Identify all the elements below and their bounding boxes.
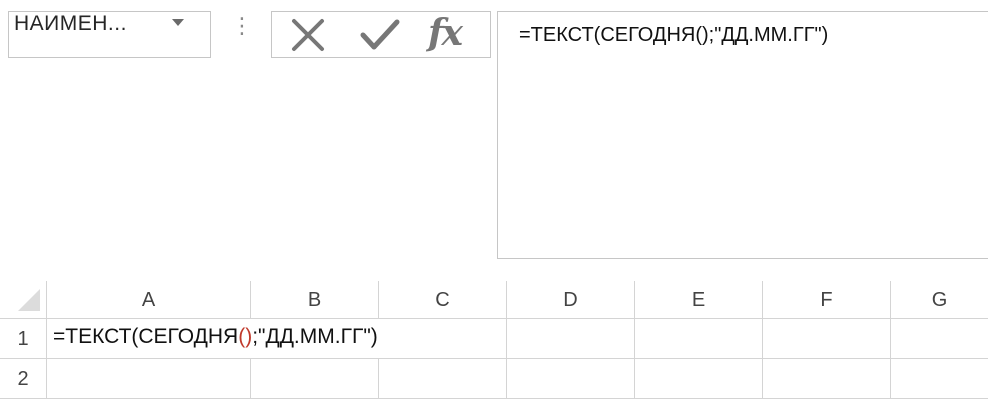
cell-d1[interactable]: [507, 319, 635, 359]
insert-function-icon[interactable]: fx: [428, 12, 474, 56]
chevron-down-icon[interactable]: [172, 19, 184, 26]
enter-check-icon[interactable]: [359, 17, 401, 53]
column-header-f[interactable]: F: [763, 281, 891, 319]
cell-f2[interactable]: [763, 359, 891, 399]
name-box-value: НАИМЕН...: [14, 12, 127, 35]
cell-c2[interactable]: [379, 359, 507, 399]
column-header-d[interactable]: D: [507, 281, 635, 319]
column-header-g[interactable]: G: [891, 281, 988, 319]
formula-part-function: =ТЕКСТ(СЕГОДНЯ: [53, 325, 239, 348]
cell-f1[interactable]: [763, 319, 891, 359]
select-all-icon: [18, 289, 40, 311]
formula-part-args: ;"ДД.ММ.ГГ"): [252, 325, 378, 348]
cell-e2[interactable]: [635, 359, 763, 399]
formula-bar[interactable]: [497, 11, 988, 259]
column-header-c[interactable]: C: [379, 281, 507, 319]
cell-d2[interactable]: [507, 359, 635, 399]
column-header-e[interactable]: E: [635, 281, 763, 319]
cell-g1[interactable]: [891, 319, 988, 359]
cell-g2[interactable]: [891, 359, 988, 399]
formula-bar-text: =ТЕКСТ(СЕГОДНЯ();"ДД.ММ.ГГ"): [519, 24, 829, 46]
cell-a1-formula: =ТЕКСТ(СЕГОДНЯ();"ДД.ММ.ГГ"): [53, 325, 378, 349]
cancel-icon[interactable]: [290, 17, 326, 53]
cell-b2[interactable]: [251, 359, 379, 399]
column-header-a[interactable]: A: [47, 281, 251, 319]
column-header-b[interactable]: B: [251, 281, 379, 319]
cell-e1[interactable]: [635, 319, 763, 359]
grip-icon[interactable]: ⋮: [231, 15, 253, 55]
cell-a2[interactable]: [47, 359, 251, 399]
row-header-2[interactable]: 2: [0, 359, 47, 399]
row-header-1[interactable]: 1: [0, 319, 47, 359]
